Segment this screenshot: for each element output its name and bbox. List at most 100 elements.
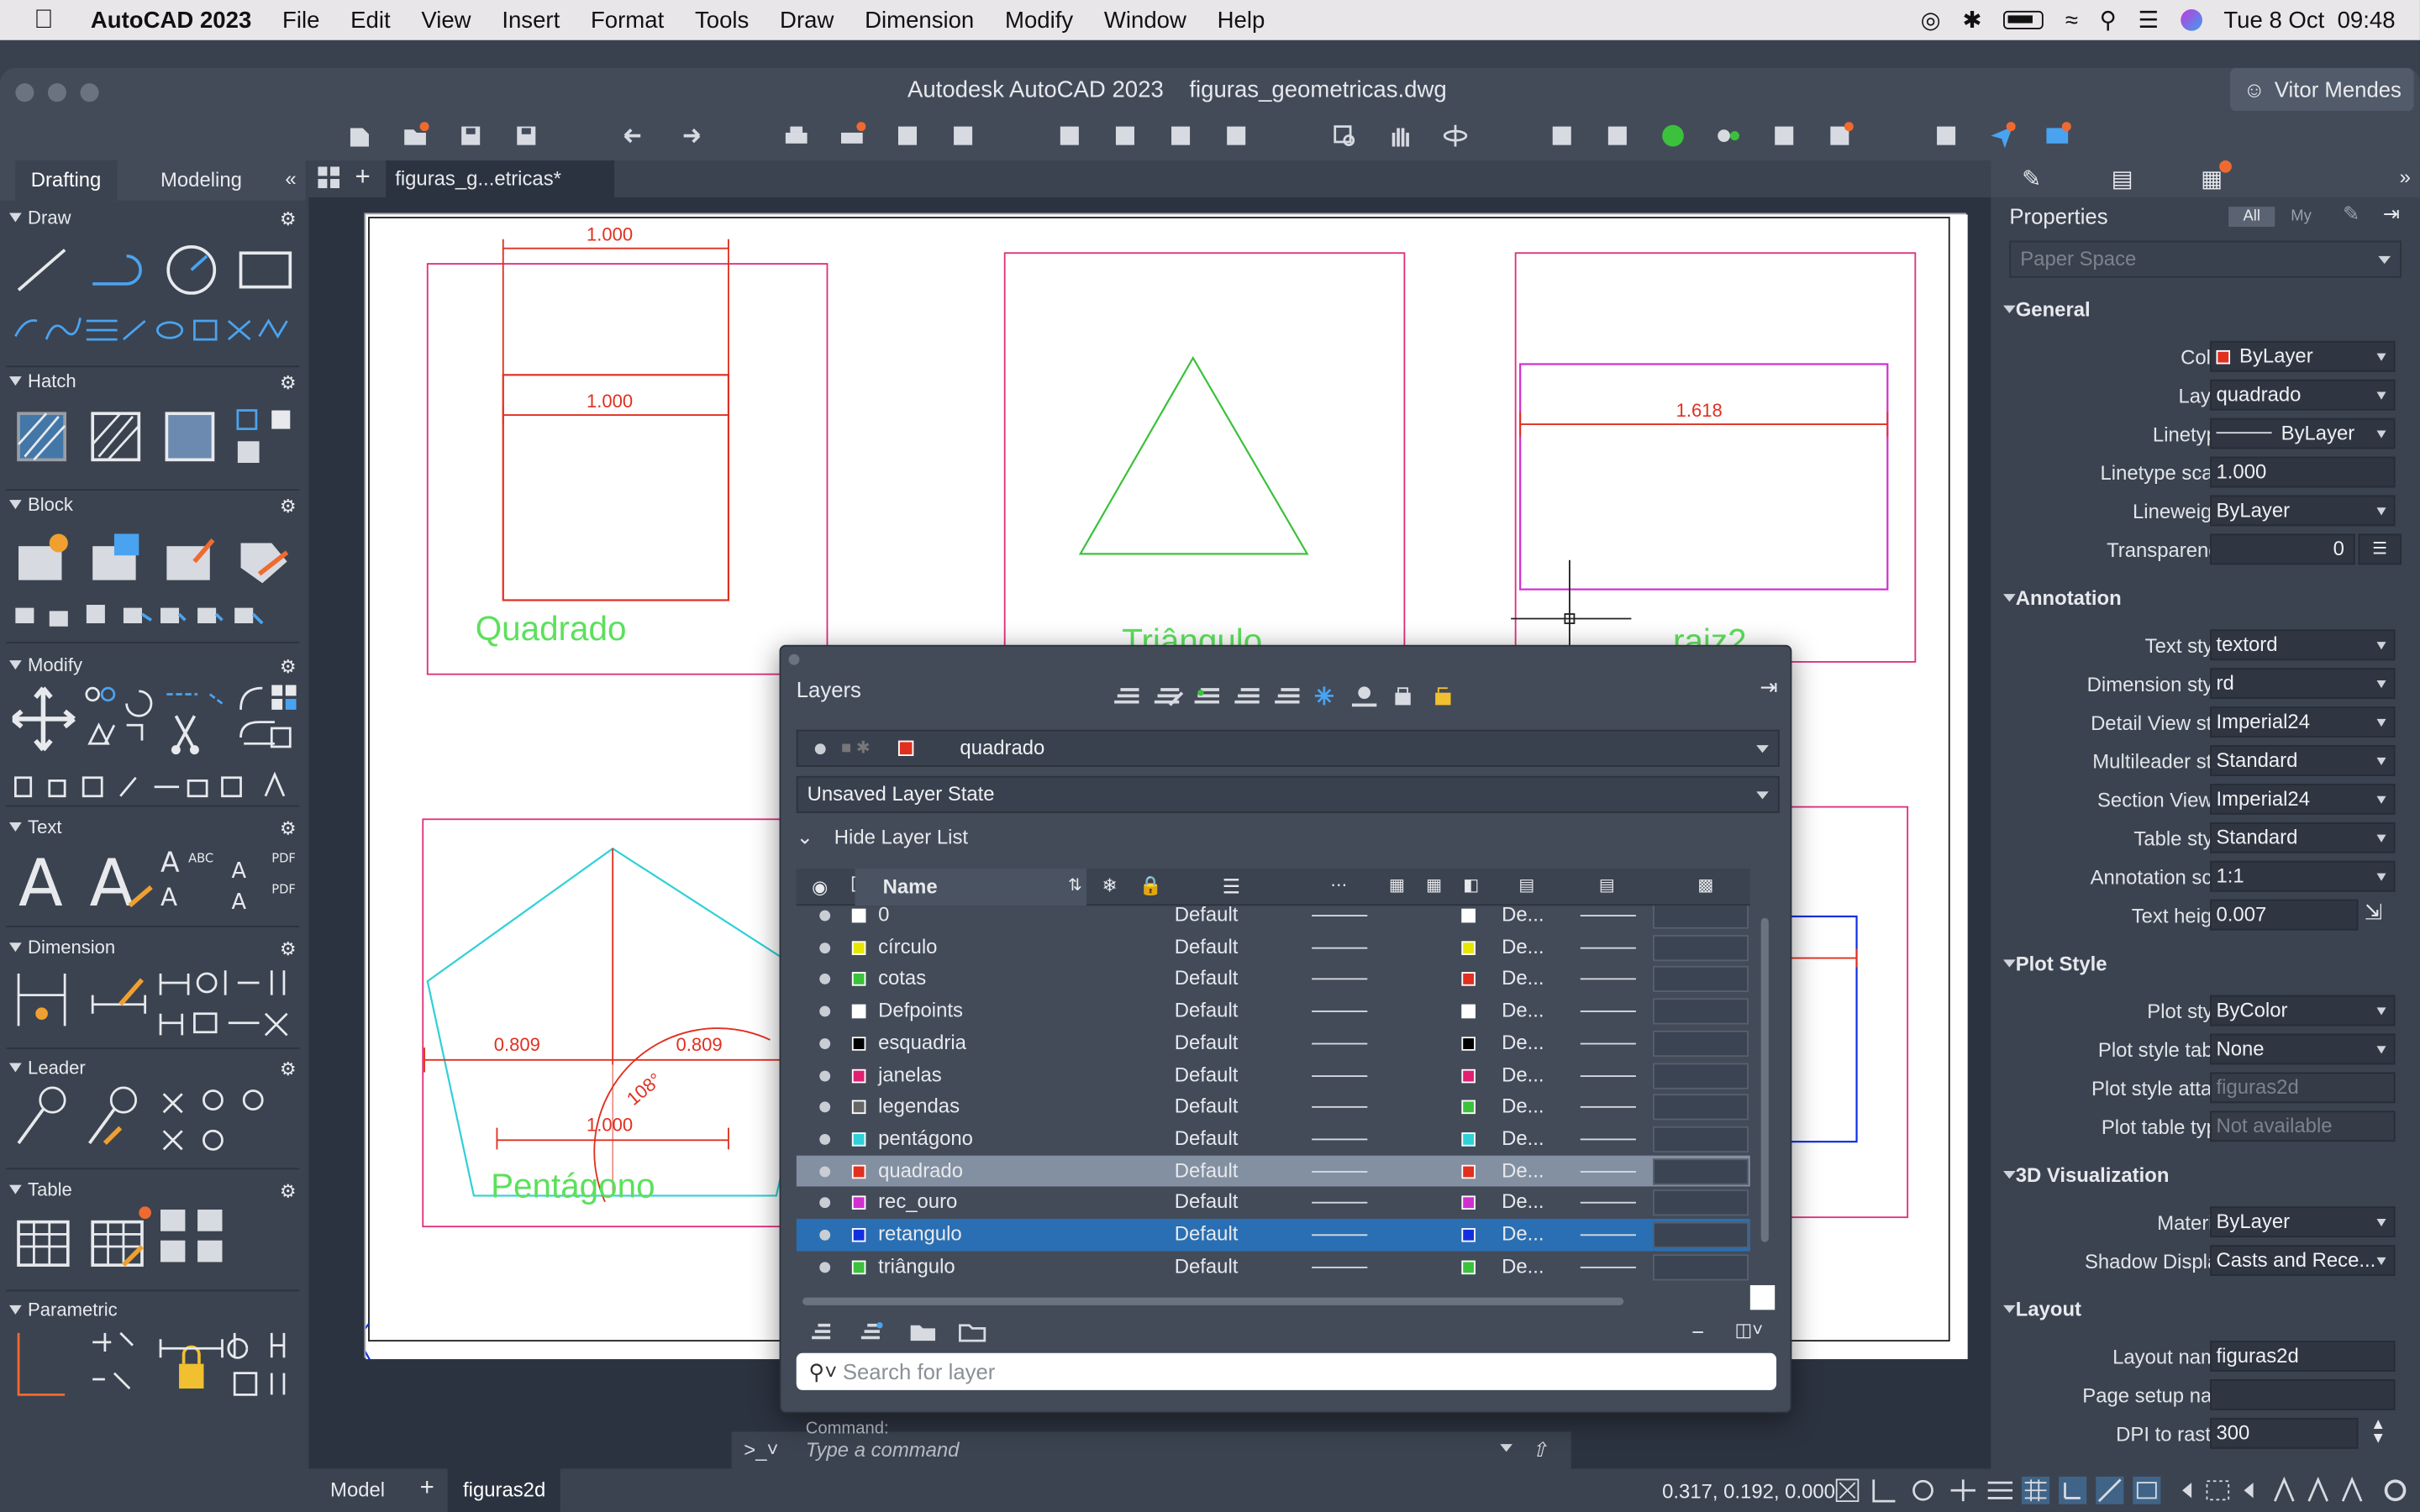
menu-format[interactable]: Format [576,7,680,33]
layer-vp-color-swatch[interactable] [1461,1163,1476,1179]
dock-icon[interactable]: ⇥ [2383,202,2400,227]
layer-transparency[interactable] [1653,934,1749,961]
layer-vp-linetype[interactable]: De... [1502,1091,1544,1123]
layer-vp-color-swatch[interactable] [1461,1068,1476,1083]
section-table-header[interactable]: Table ⚙ [0,1176,306,1204]
layer-color-swatch[interactable] [851,1131,866,1147]
layer-vp-color-swatch[interactable] [1461,1131,1476,1147]
layer-name[interactable]: 0 [878,906,889,932]
layer-color-swatch[interactable] [851,1068,866,1083]
grid-view-icon[interactable] [318,166,340,189]
property-value[interactable]: figuras2d [2210,1341,2396,1372]
property-value[interactable]: Imperial24 [2210,784,2396,815]
layer-linetype[interactable] [1312,1234,1368,1236]
layer-color-swatch[interactable] [851,1100,866,1115]
layer-name[interactable]: quadrado [878,1155,963,1187]
battery-icon[interactable] [2003,10,2044,29]
layer-name[interactable]: legendas [878,1091,960,1123]
layer-vp-color-swatch[interactable] [1461,908,1476,923]
dock-palette-icon[interactable]: ⇥ [1760,675,1778,701]
layer-vp-color-swatch[interactable] [1461,1195,1476,1210]
layer-on-icon[interactable] [819,1101,831,1113]
layer-state-dropdown[interactable]: Unsaved Layer State [796,775,1780,813]
filter-all-button[interactable]: All [2228,207,2275,227]
layer-row[interactable]: janelas Default De... [797,1059,1750,1091]
vp-freeze-column-icon[interactable]: ▦ [1426,874,1442,895]
selection-dropdown[interactable]: Paper Space [2009,240,2402,278]
modify-tools-icons[interactable] [12,682,297,802]
layer-row[interactable]: esquadria Default De... [797,1027,1750,1059]
layer-transparency[interactable] [1653,906,1749,929]
property-value[interactable]: 0 [2210,533,2355,565]
layer-color-swatch[interactable] [851,940,866,955]
layer-name[interactable]: rec_ouro [878,1187,957,1219]
layer-vp-lineweight[interactable] [1580,947,1636,948]
menu-insert[interactable]: Insert [487,7,576,33]
layer-name[interactable]: círculo [878,932,937,963]
text-tools-icons[interactable]: A A A A ABC A PDF A PDF [13,844,297,918]
layer-linetype[interactable] [1312,1138,1368,1141]
layer-linetype[interactable] [1312,1074,1368,1077]
layer-name[interactable]: pentágono [878,1123,973,1155]
layer-vp-linetype[interactable]: De... [1502,1251,1544,1283]
freeze-column-icon[interactable]: ❄ [1102,874,1117,896]
hatch-tools-icons[interactable] [13,404,297,472]
property-value[interactable]: ByLayer [2210,340,2396,372]
layer-row[interactable]: cotas Default De... [797,963,1750,995]
layer-linetype[interactable] [1312,1202,1368,1205]
layer-row[interactable]: círculo Default De... [797,932,1750,963]
property-value[interactable]: None [2210,1033,2396,1065]
attach-icon[interactable] [1167,122,1195,150]
section-draw-header[interactable]: Draw ⚙ [0,203,306,231]
clock[interactable]: Tue 8 Oct 09:48 [2223,7,2395,33]
share-icon[interactable] [1933,122,1960,150]
layer-vp-linetype[interactable]: De... [1502,1219,1544,1251]
save-icon[interactable] [457,122,485,150]
layer-linetype[interactable] [1312,1266,1368,1268]
property-group-header[interactable]: Plot Style [2002,952,2107,975]
layer-row[interactable]: quadrado Default De... [796,1154,1750,1187]
layer-vp-linetype[interactable]: De... [1502,1123,1544,1155]
layer-vp-lineweight[interactable] [1580,979,1636,981]
share-icon[interactable]: ⇧ [1531,1431,1548,1468]
layer-vp-linetype[interactable]: De... [1502,1155,1544,1187]
add-layout-icon[interactable]: + [420,1475,434,1503]
menu-window[interactable]: Window [1089,7,1202,33]
etransmit-icon[interactable] [1223,122,1250,150]
layer-list-vscrollbar[interactable] [1760,917,1769,1242]
menu-view[interactable]: View [406,7,487,33]
property-value[interactable]: rd [2210,668,2396,700]
menu-help[interactable]: Help [1202,7,1280,33]
orbit-icon[interactable] [1441,122,1469,150]
layer-vp-lineweight[interactable] [1580,915,1636,916]
send-icon[interactable] [1988,122,2016,150]
new-file-icon[interactable] [345,122,373,150]
layer-color-swatch[interactable] [851,972,866,987]
menu-file[interactable]: File [267,7,335,33]
property-value[interactable] [2210,1379,2396,1410]
property-value[interactable]: ByLayer [2210,417,2396,449]
layer-linetype[interactable] [1312,1042,1368,1045]
layer-row[interactable]: 0 Default De... [797,906,1750,932]
status-toggles-icons[interactable] [1833,1476,2414,1504]
property-value[interactable]: 1.000 [2210,456,2396,488]
menu-dimension[interactable]: Dimension [850,7,990,33]
linetype-column-icon[interactable]: ⋯ [1330,874,1347,895]
layer-list-hscrollbar[interactable] [802,1297,1624,1305]
close-palette-button[interactable] [788,654,800,665]
expand-palette-icon[interactable]: » [2400,165,2411,189]
layer-color-swatch[interactable] [851,1004,866,1019]
property-value[interactable]: ByColor [2210,995,2396,1026]
layer-search-input[interactable]: ⚲˅ Search for layer [796,1352,1777,1390]
layer-transparency[interactable] [1653,1253,1749,1280]
layer-actions-icons[interactable] [1111,684,1465,711]
app-store-icon[interactable] [2044,122,2071,150]
layer-vp-linetype[interactable]: De... [1502,906,1544,932]
section-block-header[interactable]: Block ⚙ [0,491,306,518]
layer-on-icon[interactable] [819,1037,831,1049]
vp-color-column-icon[interactable]: ◧ [1463,874,1479,895]
layer-vp-linetype[interactable]: De... [1502,1059,1544,1091]
property-value[interactable]: 300 [2210,1417,2359,1449]
hide-layer-list-toggle[interactable]: ⌄ Hide Layer List [797,826,968,850]
layer-vp-lineweight[interactable] [1580,1106,1636,1109]
